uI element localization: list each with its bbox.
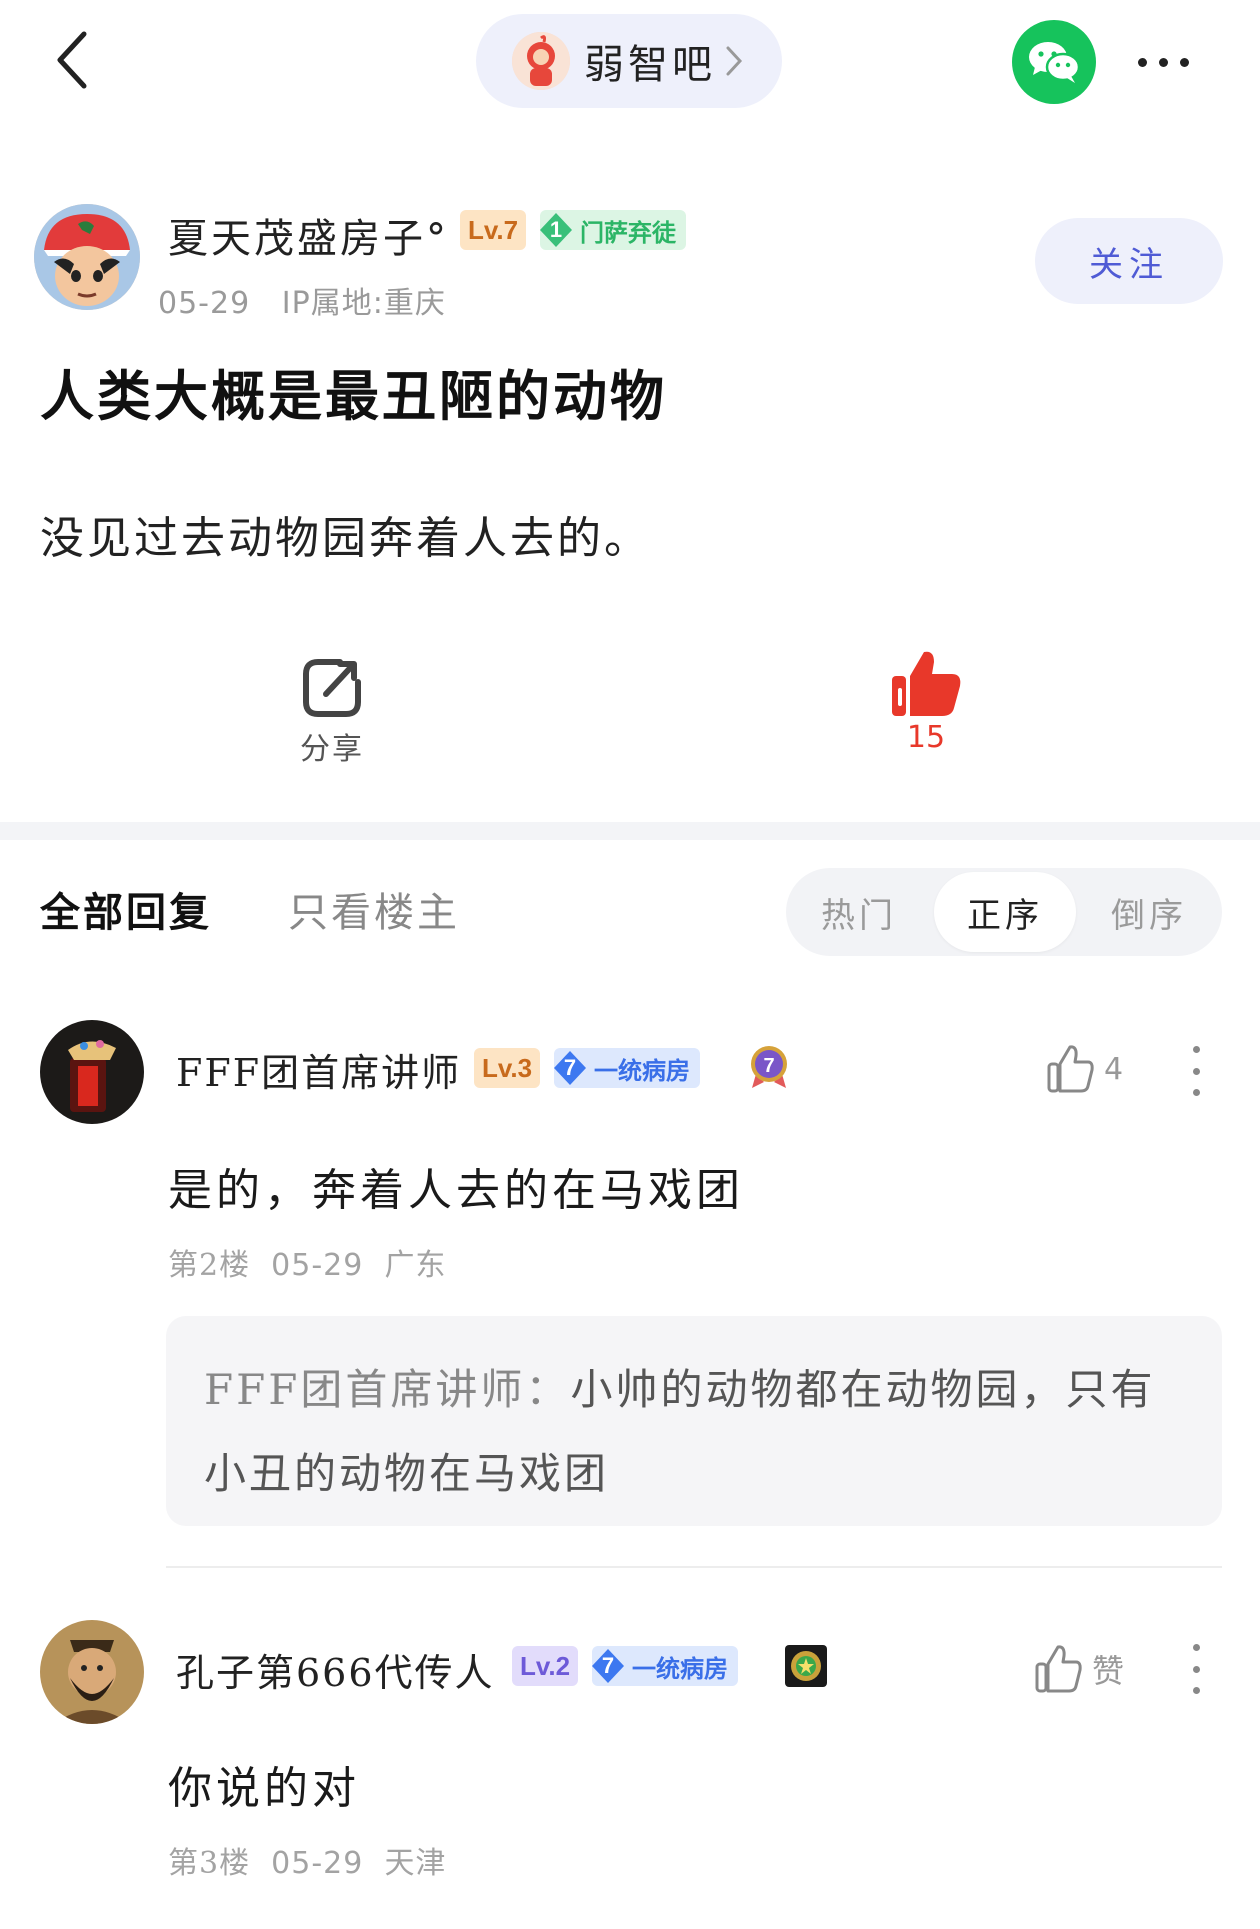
wechat-icon <box>1029 42 1081 83</box>
follow-button[interactable]: 关注 <box>1035 218 1223 304</box>
sub-reply-box[interactable]: FFF团首席讲师：小帅的动物都在动物园，只有 小丑的动物在马戏团 <box>166 1316 1222 1526</box>
comment-like-button[interactable]: 4 <box>1046 1044 1123 1094</box>
dot-icon <box>1192 1687 1200 1694</box>
comment-like-count: 4 <box>1104 1051 1124 1087</box>
comment-meta: 第3楼 05-29 天津 <box>168 1838 446 1882</box>
comment-like-label: 赞 <box>1092 1652 1125 1690</box>
comment-text: 你说的对 <box>168 1763 360 1814</box>
share-button[interactable]: 分享 <box>290 656 374 768</box>
diamond-icon: 7 <box>552 1050 588 1086</box>
dot-icon <box>1179 57 1189 67</box>
chevron-left-icon <box>57 31 87 89</box>
author-avatar[interactable] <box>34 204 140 310</box>
author-name[interactable]: 夏天茂盛房子° <box>168 206 449 264</box>
post-meta: 05-29 IP属地:重庆 <box>158 278 446 322</box>
floor-number: 第3楼 <box>168 1846 251 1881</box>
dot-icon <box>1192 1665 1200 1673</box>
forum-avatar <box>512 32 570 90</box>
comment-divider <box>166 1566 1222 1568</box>
dot-icon <box>1158 57 1168 67</box>
dot-icon <box>1192 1046 1200 1053</box>
section-divider <box>0 822 1260 840</box>
tab-op-only[interactable]: 只看楼主 <box>288 880 460 938</box>
thumbs-up-filled-icon <box>892 651 961 716</box>
forum-link[interactable]: 弱智吧 <box>476 14 782 108</box>
share-label: 分享 <box>300 732 364 767</box>
post-body: 没见过去动物园奔着人去的。 <box>40 513 651 564</box>
post-title: 人类大概是最丑陋的动物 <box>40 364 667 428</box>
sub-reply-text: 小丑的动物在马戏团 <box>204 1449 610 1498</box>
comment-avatar[interactable] <box>40 1020 144 1124</box>
level-badge: Lv.2 <box>512 1646 579 1686</box>
comment-location: 天津 <box>384 1846 447 1881</box>
comment-like-button[interactable]: 赞 <box>1034 1644 1124 1694</box>
like-button[interactable]: 15 <box>886 648 966 755</box>
comment-location: 广东 <box>384 1248 447 1283</box>
sort-descending[interactable]: 倒序 <box>1076 868 1222 956</box>
member-title-badge: 7 一统病房 <box>554 1048 700 1088</box>
comment-text: 是的，奔着人去的在马戏团 <box>168 1165 744 1216</box>
comment-avatar[interactable] <box>40 1620 144 1724</box>
comment-username[interactable]: FFF团首席讲师 <box>176 1042 461 1097</box>
comment-username[interactable]: 孔子第666代传人 <box>176 1642 495 1697</box>
like-count: 15 <box>906 720 946 755</box>
back-button[interactable] <box>40 22 104 98</box>
chevron-right-icon <box>726 46 743 76</box>
ip-location: IP属地:重庆 <box>281 286 446 321</box>
dot-icon <box>1137 57 1147 67</box>
comment-more-button[interactable] <box>1184 1644 1208 1694</box>
sub-reply-author[interactable]: FFF团首席讲师： <box>204 1365 570 1414</box>
sort-toggle: 热门 正序 倒序 <box>786 868 1222 956</box>
floor-number: 第2楼 <box>168 1248 251 1283</box>
thumbs-up-icon <box>1047 1045 1094 1093</box>
dot-icon <box>1192 1067 1200 1075</box>
comment-meta: 第2楼 05-29 广东 <box>168 1240 446 1284</box>
share-icon <box>303 659 361 717</box>
diamond-icon: 1 <box>538 212 574 248</box>
comment-date: 05-29 <box>271 1846 364 1881</box>
comment-date: 05-29 <box>271 1248 364 1283</box>
medal-number: 7 <box>763 1055 774 1077</box>
sort-ascending[interactable]: 正序 <box>934 872 1076 952</box>
dot-icon <box>1192 1644 1200 1651</box>
member-title-badge: 1 门萨弃徒 <box>540 210 686 250</box>
level-badge: Lv.7 <box>460 210 527 250</box>
diamond-icon: 7 <box>590 1648 626 1684</box>
medal-icon: 7 <box>746 1044 792 1090</box>
sort-hot[interactable]: 热门 <box>786 868 932 956</box>
member-title-badge: 7 一统病房 <box>592 1646 738 1686</box>
post-date: 05-29 <box>158 286 251 321</box>
tab-all-replies[interactable]: 全部回复 <box>40 880 212 938</box>
level-badge: Lv.3 <box>474 1048 541 1088</box>
forum-name: 弱智吧 <box>584 42 716 88</box>
thumbs-up-icon <box>1035 1645 1082 1693</box>
medal-icon <box>784 1644 828 1688</box>
comment-more-button[interactable] <box>1184 1046 1208 1096</box>
sub-reply-text: 小帅的动物都在动物园，只有 <box>570 1365 1156 1414</box>
sub-reply-line: FFF团首席讲师：小帅的动物都在动物园，只有 <box>204 1356 1155 1417</box>
more-options-button[interactable] <box>1128 38 1198 86</box>
wechat-share-button[interactable] <box>1012 20 1096 104</box>
dot-icon <box>1192 1089 1200 1096</box>
